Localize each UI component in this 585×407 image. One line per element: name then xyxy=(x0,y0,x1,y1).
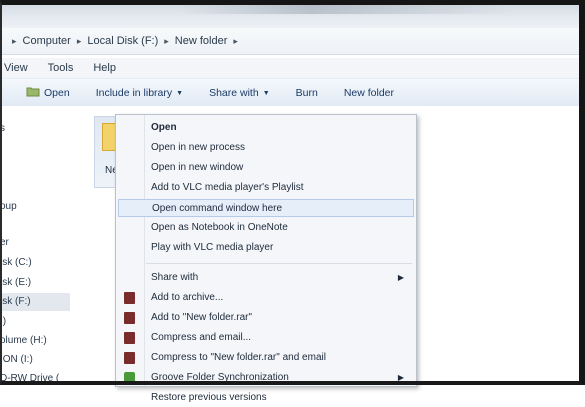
nav-item[interactable]: ION (I:) xyxy=(0,351,33,369)
breadcrumb-computer[interactable]: Computer xyxy=(23,35,71,47)
context-menu: Open Open in new process Open in new windo… xyxy=(115,114,417,403)
context-menu-item[interactable]: Open as Notebook in OneNote xyxy=(118,219,414,237)
winrar-icon xyxy=(124,312,135,324)
menu-item-label: Add to archive... xyxy=(151,292,224,303)
menu-view[interactable]: View xyxy=(4,62,28,74)
submenu-arrow-icon: ▶ xyxy=(397,273,404,282)
menu-item-label: Add to VLC media player's Playlist xyxy=(151,182,304,193)
address-bar[interactable]: ▸ Computer ▸ Local Disk (F:) ▸ New folde… xyxy=(0,28,585,55)
nav-item[interactable]: olume (H:) xyxy=(0,332,47,350)
nav-item[interactable]: er xyxy=(0,234,9,252)
context-menu-item[interactable]: Restore previous versions xyxy=(118,389,414,407)
burn-label: Burn xyxy=(295,87,318,99)
menu-bar: View Tools Help xyxy=(0,58,585,78)
nav-item[interactable]: s xyxy=(0,120,5,138)
title-bar xyxy=(0,0,585,28)
context-menu-item[interactable]: Open command window here xyxy=(118,199,414,217)
open-label: Open xyxy=(44,87,70,99)
open-button[interactable]: Open xyxy=(26,86,70,100)
menu-item-label: Compress and email... xyxy=(151,332,252,343)
context-menu-item[interactable]: Add to archive... xyxy=(118,289,414,307)
winrar-icon xyxy=(124,332,135,344)
context-menu-item[interactable]: Add to "New folder.rar" xyxy=(118,309,414,327)
menu-help[interactable]: Help xyxy=(93,62,116,74)
menu-item-label: Restore previous versions xyxy=(151,392,267,403)
burn-button[interactable]: Burn xyxy=(296,87,318,99)
menu-item-label: Open xyxy=(151,122,177,133)
context-menu-item[interactable]: Compress to "New folder.rar" and email xyxy=(118,349,414,367)
include-label: Include in library xyxy=(95,87,173,99)
menu-item-label: Open in new window xyxy=(151,162,244,173)
nav-item[interactable]: oup xyxy=(0,198,17,216)
share-with-button[interactable]: Share with ▼ xyxy=(209,87,270,99)
new-folder-label: New folder xyxy=(343,87,395,99)
winrar-icon xyxy=(124,292,135,304)
menu-item-label: Add to "New folder.rar" xyxy=(151,312,253,323)
context-menu-item[interactable]: Compress and email... xyxy=(118,329,414,347)
nav-item[interactable]: isk (F:) xyxy=(0,293,70,311)
context-menu-item[interactable]: Open xyxy=(118,119,414,137)
nav-item[interactable]: D-RW Drive ( xyxy=(0,370,59,388)
nav-item[interactable]: isk (C:) xyxy=(0,254,32,272)
caret-down-icon: ▼ xyxy=(176,89,184,97)
submenu-arrow-icon: ▶ xyxy=(397,373,404,382)
menu-divider xyxy=(146,263,412,264)
navigation-pane: s oup er isk (C:) isk (E:) isk (F:):) olume (H… xyxy=(0,106,88,385)
menu-item-label: Compress to "New folder.rar" and email xyxy=(151,352,326,363)
nav-item[interactable]: :) xyxy=(0,313,6,331)
folder-open-icon xyxy=(26,86,40,100)
context-menu-item[interactable]: Groove Folder Synchronization ▶ xyxy=(118,369,414,387)
menu-tools[interactable]: Tools xyxy=(48,62,74,74)
menu-item-label: Play with VLC media player xyxy=(151,242,274,253)
chevron-right-icon[interactable]: ▸ xyxy=(233,36,238,47)
breadcrumb-local-disk[interactable]: Local Disk (F:) xyxy=(87,35,158,47)
include-in-library-button[interactable]: Include in library ▼ xyxy=(96,87,183,99)
chevron-right-icon: ▸ xyxy=(76,35,82,46)
breadcrumb: ▸ Computer ▸ Local Disk (F:) ▸ New folde… xyxy=(0,35,238,47)
title-blur xyxy=(180,0,510,14)
context-menu-item[interactable]: Play with VLC media player xyxy=(118,239,414,257)
menu-item-label: Groove Folder Synchronization xyxy=(151,372,289,383)
new-folder-button[interactable]: New folder xyxy=(344,87,394,99)
context-menu-item[interactable]: Add to VLC media player's Playlist xyxy=(118,179,414,197)
menu-item-label: Open as Notebook in OneNote xyxy=(151,222,288,233)
nav-item[interactable]: isk (E:) xyxy=(0,274,31,292)
menu-item-label: Open command window here xyxy=(152,203,283,214)
menu-item-label: Open in new process xyxy=(151,142,245,153)
breadcrumb-new-folder[interactable]: New folder xyxy=(175,35,228,47)
context-menu-item[interactable]: Open in new window xyxy=(118,159,414,177)
menu-item-label: Share with xyxy=(151,272,199,283)
groove-icon xyxy=(124,372,135,384)
caret-down-icon: ▼ xyxy=(262,89,270,97)
command-bar: Open Include in library ▼ Share with ▼ B… xyxy=(0,78,585,108)
context-menu-item[interactable]: Open in new process xyxy=(118,139,414,157)
share-label: Share with xyxy=(209,87,259,99)
chevron-right-icon: ▸ xyxy=(164,35,169,46)
chevron-right-icon: ▸ xyxy=(12,35,17,46)
context-menu-item[interactable]: Share with ▶ xyxy=(118,269,414,287)
winrar-icon xyxy=(124,352,135,364)
